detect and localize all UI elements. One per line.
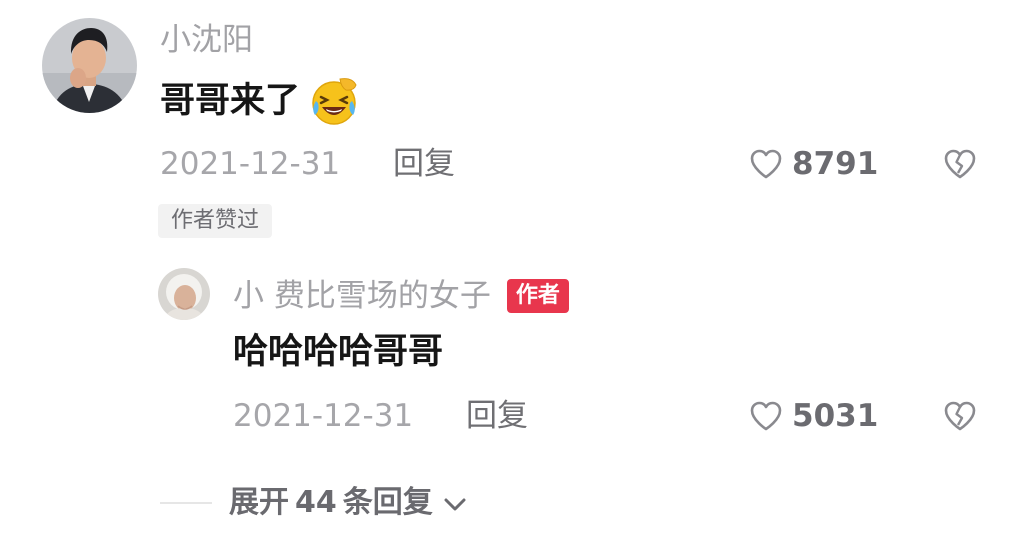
author-badge: 作者 <box>506 279 569 313</box>
expand-divider <box>160 502 212 504</box>
broken-heart-icon <box>942 146 978 182</box>
comment-reply-button[interactable]: 回复 <box>393 144 455 184</box>
expand-prefix: 展开 <box>229 485 289 520</box>
comment-like-count: 8791 <box>792 146 879 182</box>
replier-username[interactable]: 小 费比雪场的女子 <box>233 276 491 316</box>
reply-like-button[interactable]: 5031 <box>748 396 878 436</box>
comment-dislike-button[interactable] <box>942 146 978 182</box>
expand-suffix: 条回复 <box>342 485 433 520</box>
comment-text: 哥哥来了 <box>160 81 301 121</box>
comment-content: 哥哥来了 <box>160 75 360 127</box>
reply-dislike-button[interactable] <box>942 398 978 434</box>
broken-heart-icon <box>942 398 978 434</box>
expand-replies-button[interactable]: 展开 44 条回复 <box>229 483 469 523</box>
heart-outline-icon <box>748 146 784 182</box>
commenter-username[interactable]: 小沈阳 <box>160 20 253 60</box>
comment-date: 2021-12-31 <box>160 146 341 182</box>
reply-reply-button[interactable]: 回复 <box>466 396 528 436</box>
replier-avatar[interactable] <box>158 268 210 320</box>
comment-thread: 小沈阳 哥哥来了 2021-12-31 回复 8791 作者赞过 小 费比雪场的… <box>0 0 1024 546</box>
comment-like-button[interactable]: 8791 <box>748 144 878 184</box>
reply-date: 2021-12-31 <box>233 398 414 434</box>
heart-outline-icon <box>748 398 784 434</box>
author-liked-tag: 作者赞过 <box>158 204 273 238</box>
commenter-avatar[interactable] <box>42 18 137 113</box>
chevron-down-icon <box>441 489 469 517</box>
laughing-crying-emoji-icon <box>308 75 360 127</box>
reply-like-count: 5031 <box>792 398 879 434</box>
reply-text: 哈哈哈哈哥哥 <box>233 332 444 372</box>
replier-username-row: 小 费比雪场的女子 作者 <box>233 276 569 316</box>
expand-count: 44 <box>295 485 337 520</box>
